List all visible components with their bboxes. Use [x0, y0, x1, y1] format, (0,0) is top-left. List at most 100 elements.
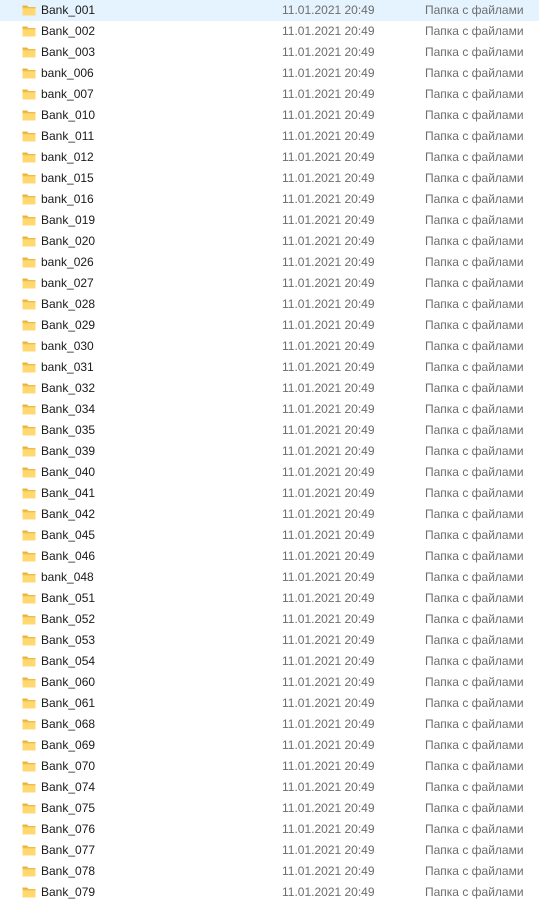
modified-date: 11.01.2021 20:49: [282, 801, 375, 815]
modified-date: 11.01.2021 20:49: [282, 297, 375, 311]
modified-date: 11.01.2021 20:49: [282, 885, 375, 899]
modified-date: 11.01.2021 20:49: [282, 675, 375, 689]
file-row[interactable]: Bank_039 11.01.2021 20:49 Папка с файлам…: [0, 441, 539, 462]
file-row[interactable]: Bank_029 11.01.2021 20:49 Папка с файлам…: [0, 315, 539, 336]
file-name: Bank_077: [41, 843, 96, 857]
folder-icon: [22, 738, 36, 752]
file-row[interactable]: Bank_046 11.01.2021 20:49 Папка с файлам…: [0, 546, 539, 567]
modified-date: 11.01.2021 20:49: [282, 528, 375, 542]
file-row[interactable]: Bank_010 11.01.2021 20:49 Папка с файлам…: [0, 105, 539, 126]
file-row[interactable]: Bank_001 11.01.2021 20:49 Папка с файлам…: [0, 0, 539, 21]
file-row[interactable]: Bank_042 11.01.2021 20:49 Папка с файлам…: [0, 504, 539, 525]
folder-icon: [22, 45, 36, 59]
file-row[interactable]: Bank_068 11.01.2021 20:49 Папка с файлам…: [0, 714, 539, 735]
file-name: bank_007: [41, 87, 94, 101]
file-name: bank_006: [41, 66, 94, 80]
modified-date: 11.01.2021 20:49: [282, 486, 375, 500]
file-row[interactable]: Bank_032 11.01.2021 20:49 Папка с файлам…: [0, 378, 539, 399]
file-type: Папка с файлами: [425, 276, 524, 290]
folder-icon: [22, 360, 36, 374]
file-row[interactable]: Bank_069 11.01.2021 20:49 Папка с файлам…: [0, 735, 539, 756]
folder-icon: [22, 633, 36, 647]
file-name: Bank_011: [41, 129, 95, 143]
file-row[interactable]: Bank_077 11.01.2021 20:49 Папка с файлам…: [0, 840, 539, 861]
file-row[interactable]: bank_048 11.01.2021 20:49 Папка с файлам…: [0, 567, 539, 588]
modified-date: 11.01.2021 20:49: [282, 318, 375, 332]
modified-date: 11.01.2021 20:49: [282, 780, 375, 794]
file-type: Папка с файлами: [425, 780, 524, 794]
file-row[interactable]: Bank_051 11.01.2021 20:49 Папка с файлам…: [0, 588, 539, 609]
file-row[interactable]: Bank_041 11.01.2021 20:49 Папка с файлам…: [0, 483, 539, 504]
file-row[interactable]: Bank_075 11.01.2021 20:49 Папка с файлам…: [0, 798, 539, 819]
file-type: Папка с файлами: [425, 318, 524, 332]
file-type: Папка с файлами: [425, 339, 524, 353]
file-row[interactable]: Bank_061 11.01.2021 20:49 Папка с файлам…: [0, 693, 539, 714]
file-row[interactable]: Bank_076 11.01.2021 20:49 Папка с файлам…: [0, 819, 539, 840]
file-row[interactable]: Bank_019 11.01.2021 20:49 Папка с файлам…: [0, 210, 539, 231]
folder-icon: [22, 66, 36, 80]
file-type: Папка с файлами: [425, 591, 524, 605]
file-type: Папка с файлами: [425, 486, 524, 500]
modified-date: 11.01.2021 20:49: [282, 696, 375, 710]
file-name: bank_030: [41, 339, 94, 353]
file-row[interactable]: Bank_020 11.01.2021 20:49 Папка с файлам…: [0, 231, 539, 252]
file-name: Bank_054: [41, 654, 96, 668]
modified-date: 11.01.2021 20:49: [282, 360, 375, 374]
file-row[interactable]: Bank_040 11.01.2021 20:49 Папка с файлам…: [0, 462, 539, 483]
modified-date: 11.01.2021 20:49: [282, 591, 375, 605]
file-row[interactable]: Bank_034 11.01.2021 20:49 Папка с файлам…: [0, 399, 539, 420]
file-name: Bank_076: [41, 822, 96, 836]
file-row[interactable]: bank_006 11.01.2021 20:49 Папка с файлам…: [0, 63, 539, 84]
folder-icon: [22, 213, 36, 227]
file-name: Bank_074: [41, 780, 96, 794]
file-row[interactable]: Bank_002 11.01.2021 20:49 Папка с файлам…: [0, 21, 539, 42]
file-row[interactable]: Bank_045 11.01.2021 20:49 Папка с файлам…: [0, 525, 539, 546]
folder-icon: [22, 108, 36, 122]
file-row[interactable]: bank_016 11.01.2021 20:49 Папка с файлам…: [0, 189, 539, 210]
file-row[interactable]: Bank_011 11.01.2021 20:49 Папка с файлам…: [0, 126, 539, 147]
file-type: Папка с файлами: [425, 675, 524, 689]
modified-date: 11.01.2021 20:49: [282, 444, 375, 458]
file-row[interactable]: bank_027 11.01.2021 20:49 Папка с файлам…: [0, 273, 539, 294]
folder-icon: [22, 696, 36, 710]
file-name: Bank_041: [41, 486, 96, 500]
folder-icon: [22, 843, 36, 857]
file-type: Папка с файлами: [425, 297, 524, 311]
file-row[interactable]: bank_026 11.01.2021 20:49 Папка с файлам…: [0, 252, 539, 273]
file-row[interactable]: bank_030 11.01.2021 20:49 Папка с файлам…: [0, 336, 539, 357]
file-row[interactable]: bank_015 11.01.2021 20:49 Папка с файлам…: [0, 168, 539, 189]
folder-icon: [22, 528, 36, 542]
modified-date: 11.01.2021 20:49: [282, 612, 375, 626]
file-row[interactable]: Bank_035 11.01.2021 20:49 Папка с файлам…: [0, 420, 539, 441]
file-row[interactable]: Bank_003 11.01.2021 20:49 Папка с файлам…: [0, 42, 539, 63]
file-row[interactable]: Bank_060 11.01.2021 20:49 Папка с файлам…: [0, 672, 539, 693]
folder-icon: [22, 822, 36, 836]
file-type: Папка с файлами: [425, 801, 524, 815]
file-row[interactable]: Bank_070 11.01.2021 20:49 Папка с файлам…: [0, 756, 539, 777]
file-row[interactable]: Bank_052 11.01.2021 20:49 Папка с файлам…: [0, 609, 539, 630]
file-row[interactable]: Bank_053 11.01.2021 20:49 Папка с файлам…: [0, 630, 539, 651]
modified-date: 11.01.2021 20:49: [282, 654, 375, 668]
file-type: Папка с файлами: [425, 570, 524, 584]
file-row[interactable]: bank_007 11.01.2021 20:49 Папка с файлам…: [0, 84, 539, 105]
file-type: Папка с файлами: [425, 717, 524, 731]
folder-icon: [22, 444, 36, 458]
file-type: Папка с файлами: [425, 192, 524, 206]
file-row[interactable]: bank_031 11.01.2021 20:49 Папка с файлам…: [0, 357, 539, 378]
file-type: Папка с файлами: [425, 129, 524, 143]
file-row[interactable]: Bank_028 11.01.2021 20:49 Папка с файлам…: [0, 294, 539, 315]
file-type: Папка с файлами: [425, 255, 524, 269]
file-row[interactable]: Bank_079 11.01.2021 20:49 Папка с файлам…: [0, 882, 539, 903]
folder-icon: [22, 591, 36, 605]
file-row[interactable]: bank_012 11.01.2021 20:49 Папка с файлам…: [0, 147, 539, 168]
file-row[interactable]: Bank_078 11.01.2021 20:49 Папка с файлам…: [0, 861, 539, 882]
file-type: Папка с файлами: [425, 360, 524, 374]
file-type: Папка с файлами: [425, 864, 524, 878]
file-row[interactable]: Bank_074 11.01.2021 20:49 Папка с файлам…: [0, 777, 539, 798]
file-name: Bank_061: [41, 696, 96, 710]
file-row[interactable]: Bank_054 11.01.2021 20:49 Папка с файлам…: [0, 651, 539, 672]
file-name: Bank_032: [41, 381, 96, 395]
folder-icon: [22, 507, 36, 521]
file-type: Папка с файлами: [425, 402, 524, 416]
modified-date: 11.01.2021 20:49: [282, 213, 375, 227]
